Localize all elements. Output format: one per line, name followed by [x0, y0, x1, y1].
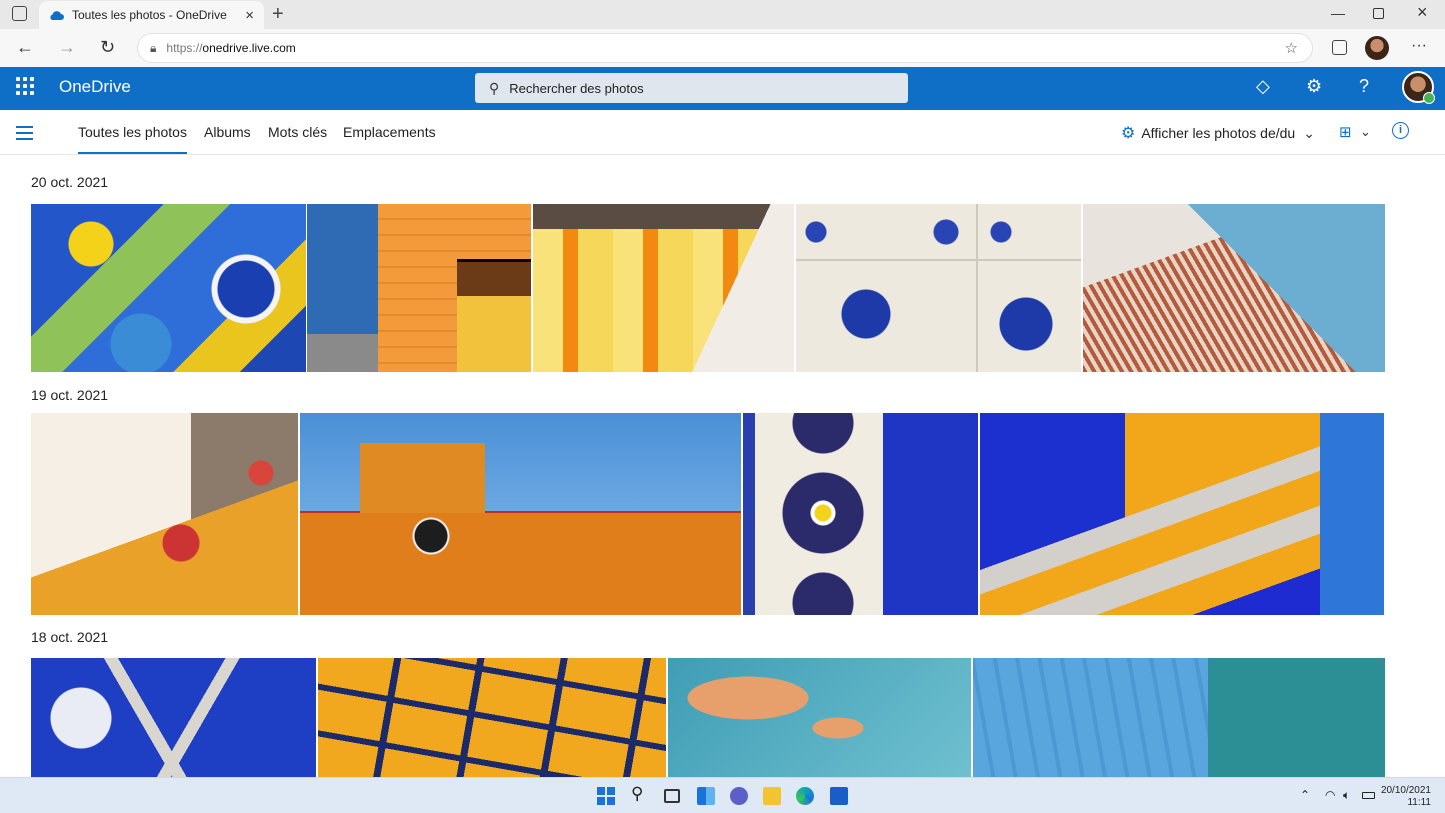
forward-icon[interactable]: → [58, 37, 76, 58]
browser-titlebar: Toutes les photos - OneDrive × + — × [0, 0, 1445, 29]
photo-yellow-orange-stripes[interactable] [533, 204, 794, 372]
new-tab-icon[interactable]: + [272, 3, 284, 26]
url-protocol: https:// [166, 41, 203, 55]
photo-blue-wood-planks[interactable] [973, 658, 1385, 777]
lock-icon: 🔒︎ [150, 40, 157, 55]
tab-locations[interactable]: Emplacements [343, 124, 436, 140]
tray-chevron-icon[interactable]: ⌃ [1300, 788, 1310, 802]
tab-actions-icon[interactable] [12, 6, 27, 21]
info-icon[interactable]: i [1392, 122, 1409, 139]
browser-tab[interactable]: Toutes les photos - OneDrive × [39, 1, 264, 29]
store-icon[interactable] [830, 787, 848, 805]
edge-browser-icon[interactable] [796, 787, 814, 805]
clock-time: 11:11 [1407, 797, 1431, 808]
photos-subnav: Toutes les photos Albums Mots clés Empla… [0, 110, 1445, 155]
file-explorer-icon[interactable] [763, 787, 781, 805]
photo-yellow-tile-mosaic[interactable] [318, 658, 666, 777]
photo-peeling-orange-turquoise[interactable] [668, 658, 971, 777]
photo-white-blue-azulejo[interactable] [796, 204, 1081, 372]
refresh-icon[interactable]: ↻ [100, 37, 115, 58]
teams-chat-icon[interactable] [730, 787, 748, 805]
date-filter-dropdown[interactable]: ⚙ Afficher les photos de/du ⌄ [1121, 123, 1315, 143]
settings-gear-icon[interactable]: ⚙ [1306, 76, 1322, 97]
status-check-icon [1423, 92, 1435, 104]
system-clock[interactable]: 20/10/2021 11:11 [1381, 785, 1431, 809]
photo-mosaic-blue-yellow[interactable] [31, 204, 306, 372]
address-toolbar: ← → ↻ 🔒︎ https:// onedrive.live.com ☆ ··… [0, 29, 1445, 67]
user-avatar[interactable] [1402, 71, 1435, 104]
search-icon: ⚲ [489, 79, 500, 96]
favorite-star-icon[interactable]: ☆ [1285, 39, 1298, 57]
view-chevron-down-icon[interactable]: ⌄ [1360, 124, 1371, 140]
photo-blue-white-mosaic[interactable] [31, 658, 316, 777]
photo-peeling-paint-red-orange[interactable] [31, 413, 298, 615]
tab-all-photos[interactable]: Toutes les photos [78, 124, 187, 154]
close-window-icon[interactable]: × [1417, 2, 1428, 23]
hamburger-menu-icon[interactable] [16, 126, 33, 144]
view-layout-icon[interactable]: ⊞ [1339, 123, 1352, 141]
url-field[interactable]: 🔒︎ https:// onedrive.live.com ☆ [137, 33, 1313, 63]
url-host: onedrive.live.com [202, 41, 296, 55]
collections-icon[interactable] [1332, 40, 1347, 55]
more-options-icon[interactable]: ··· [1411, 37, 1427, 55]
task-view-icon[interactable] [664, 789, 680, 803]
close-tab-icon[interactable]: × [245, 7, 254, 24]
help-icon[interactable]: ? [1359, 76, 1369, 97]
onedrive-cloud-icon [50, 10, 64, 20]
wifi-icon[interactable]: ◠ [1325, 788, 1335, 802]
battery-icon[interactable] [1362, 792, 1375, 799]
clock-date: 20/10/2021 [1380, 785, 1431, 796]
photo-navy-tile-blue-wall[interactable] [743, 413, 978, 615]
photo-blue-yellow-stairs[interactable] [980, 413, 1384, 615]
photo-orange-building-blue-sky[interactable] [300, 413, 741, 615]
back-icon[interactable]: ← [16, 37, 34, 58]
brand-name[interactable]: OneDrive [59, 77, 131, 97]
profile-avatar-icon[interactable] [1365, 36, 1389, 60]
volume-icon[interactable]: 🔈︎ [1343, 788, 1350, 803]
tab-title: Toutes les photos - OneDrive [72, 8, 227, 22]
date-heading: 19 oct. 2021 [31, 387, 109, 403]
date-heading: 20 oct. 2021 [31, 174, 109, 190]
windows-start-icon[interactable] [597, 787, 615, 805]
filter-label: Afficher les photos de/du [1141, 125, 1296, 141]
photo-brick-red-blue-sky[interactable] [1083, 204, 1385, 372]
tab-tags[interactable]: Mots clés [268, 124, 327, 140]
app-launcher-icon[interactable] [16, 77, 34, 95]
maximize-icon[interactable] [1373, 8, 1384, 19]
photo-orange-wall-yellow-door[interactable] [307, 204, 531, 372]
search-box[interactable]: ⚲ Rechercher des photos [475, 73, 908, 103]
onedrive-header: OneDrive ⚲ Rechercher des photos ◇ ⚙ ? [0, 67, 1445, 110]
premium-diamond-icon[interactable]: ◇ [1256, 76, 1270, 97]
minimize-icon[interactable]: — [1331, 5, 1345, 21]
windows-taskbar: ⚲ ⌃ ◠ 🔈︎ 20/10/2021 11:11 [0, 777, 1445, 813]
tab-albums[interactable]: Albums [204, 124, 251, 140]
search-icon[interactable]: ⚲ [631, 784, 649, 803]
date-heading: 18 oct. 2021 [31, 629, 109, 645]
search-placeholder: Rechercher des photos [509, 80, 644, 96]
widgets-icon[interactable] [697, 787, 715, 805]
chevron-down-icon: ⌄ [1303, 124, 1315, 141]
filter-gear-icon: ⚙ [1121, 125, 1136, 142]
